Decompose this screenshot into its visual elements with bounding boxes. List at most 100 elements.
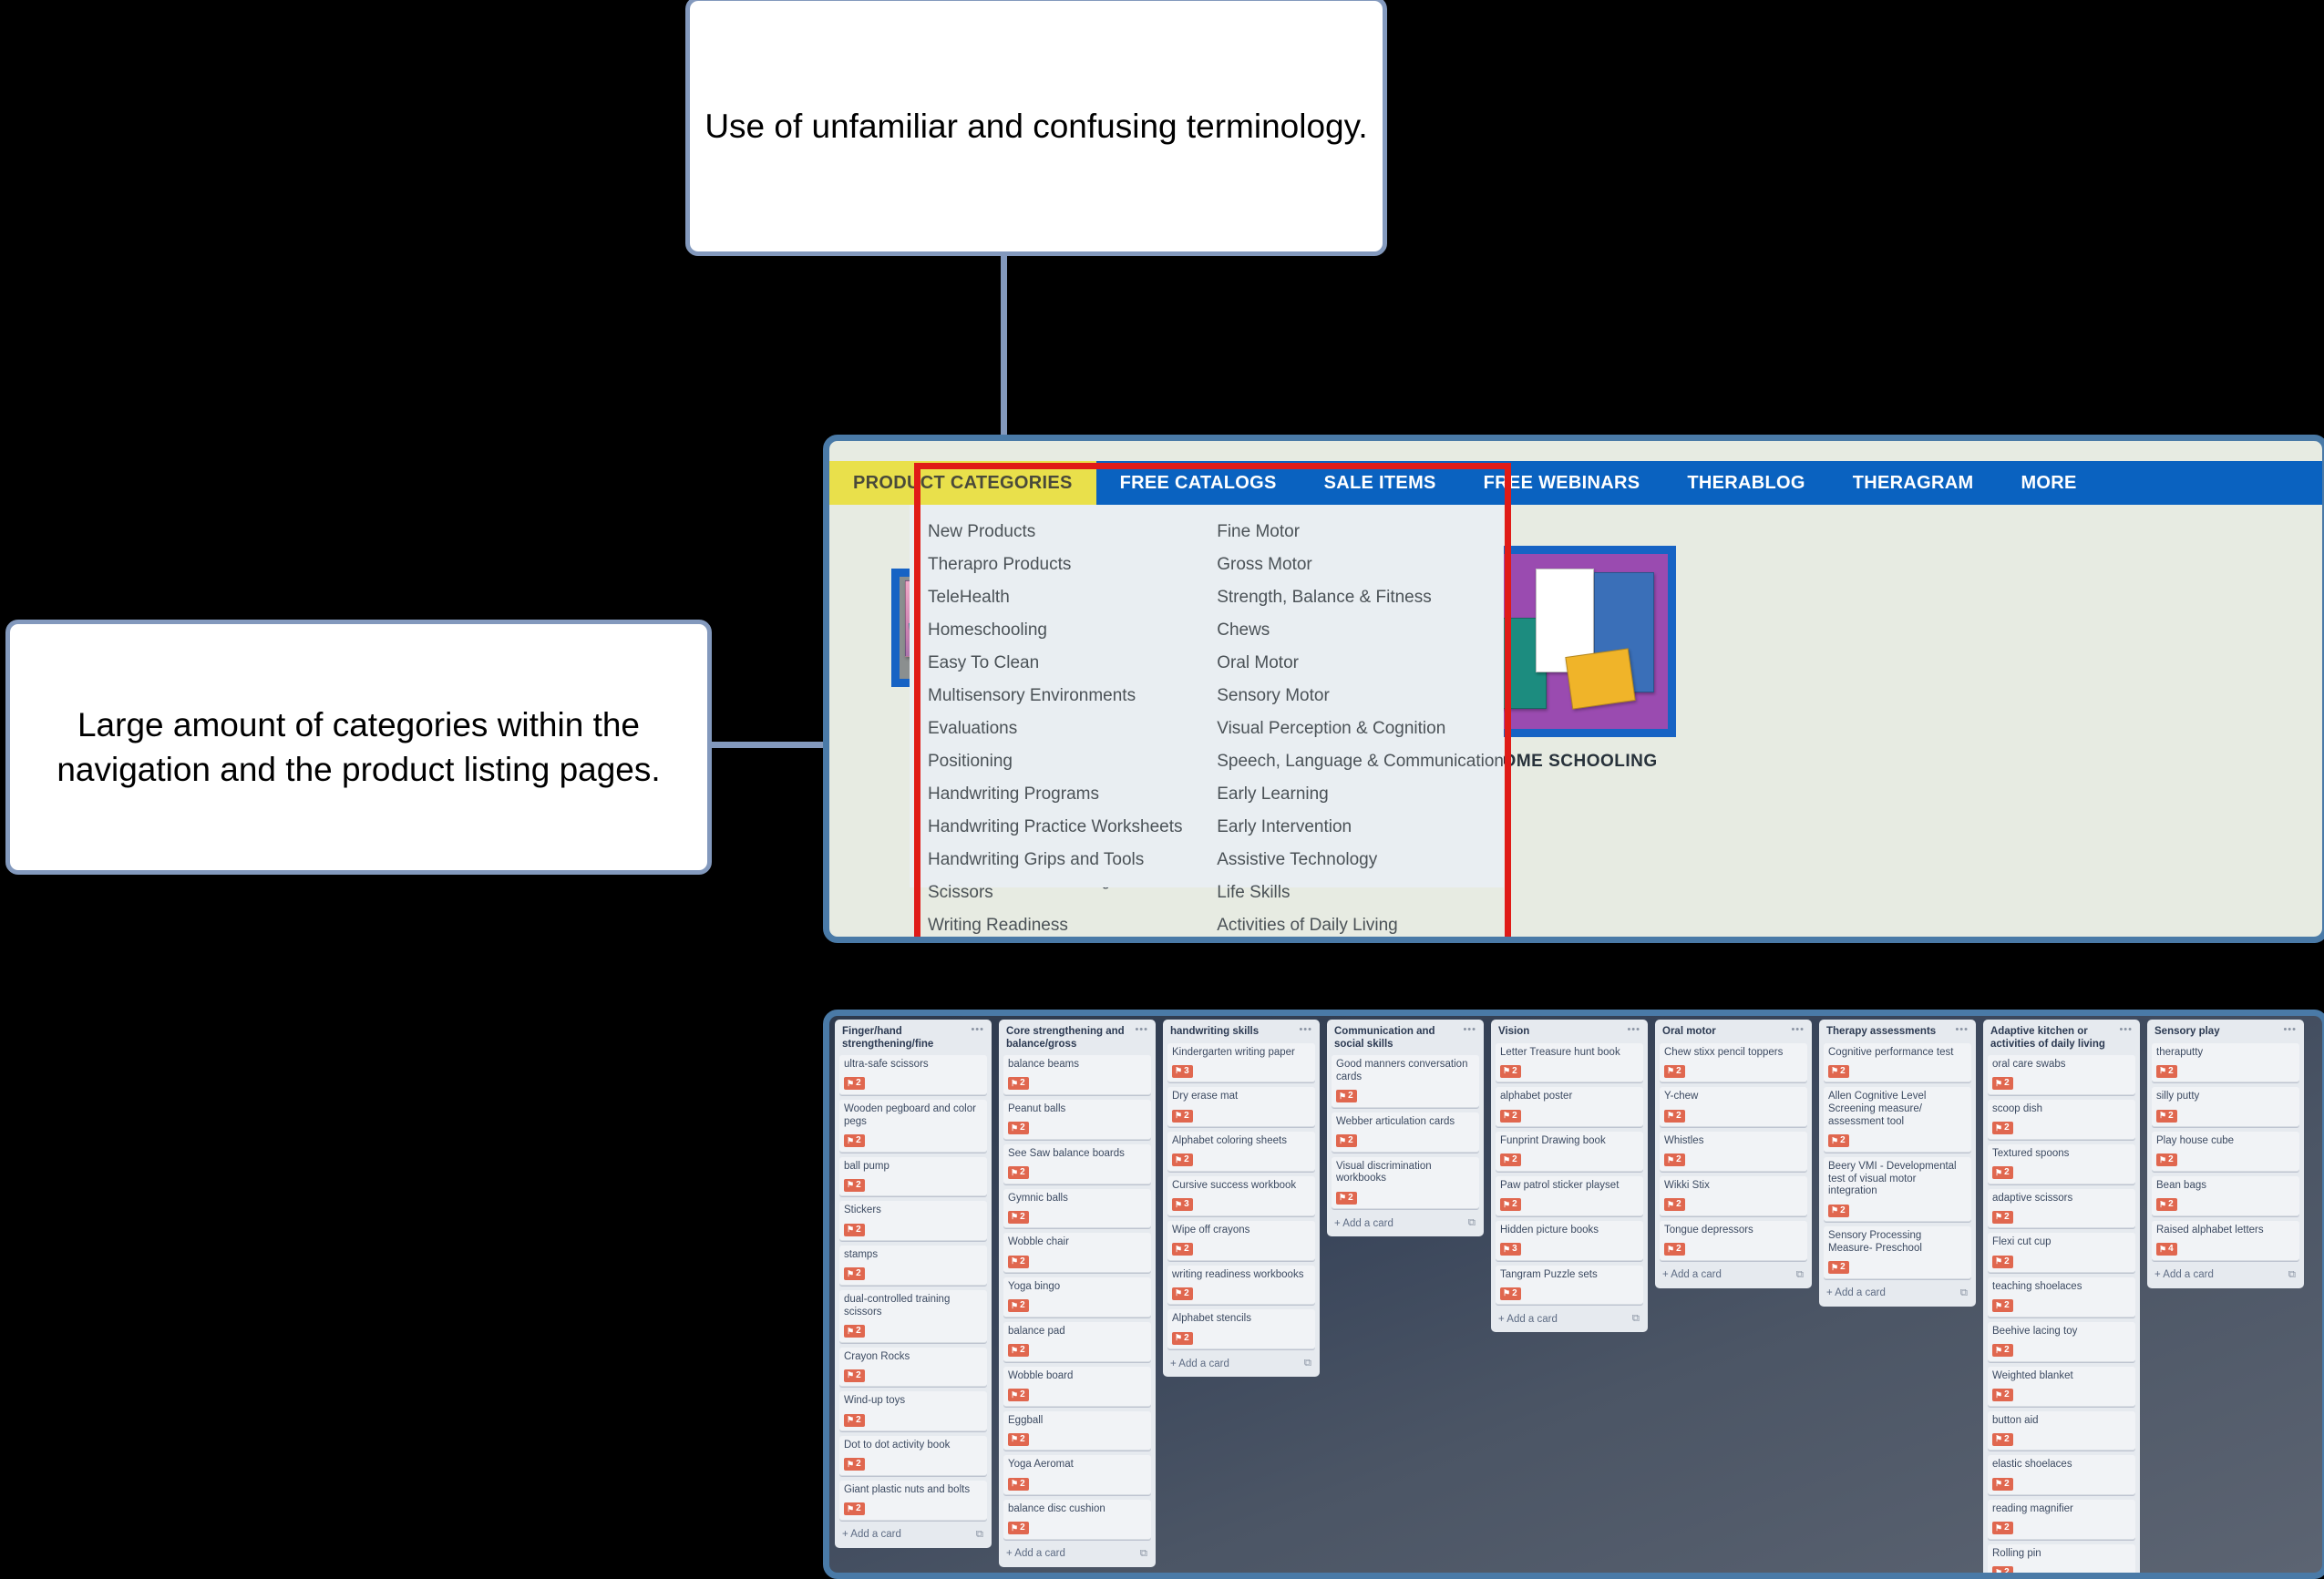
list-menu-icon[interactable]: ••• xyxy=(1623,1025,1640,1035)
board-card[interactable]: Chew stixx pencil toppers ⚑ 2 xyxy=(1660,1042,1807,1083)
board-card[interactable]: Yoga bingo ⚑ 2 xyxy=(1003,1277,1151,1318)
board-card[interactable]: Wooden pegboard and color pegs ⚑ 2 xyxy=(839,1099,987,1153)
board-card[interactable]: Dry erase mat ⚑ 2 xyxy=(1167,1087,1315,1128)
board-card[interactable]: Tangram Puzzle sets ⚑ 2 xyxy=(1496,1265,1643,1306)
board-card[interactable]: scoop dish ⚑ 2 xyxy=(1988,1099,2135,1140)
board-card[interactable]: balance pad ⚑ 2 xyxy=(1003,1321,1151,1362)
board-card[interactable]: silly putty ⚑ 2 xyxy=(2152,1087,2299,1128)
list-menu-icon[interactable]: ••• xyxy=(1787,1025,1805,1035)
dropdown-link-b-2[interactable]: Strength, Balance & Fitness xyxy=(1217,581,1504,614)
dropdown-link-2[interactable]: TeleHealth xyxy=(928,581,1206,614)
board-card[interactable]: teaching shoelaces ⚑ 2 xyxy=(1988,1277,2135,1318)
add-a-card-button[interactable]: + Add a card ⧉ xyxy=(1660,1266,1807,1287)
dropdown-link-b-8[interactable]: Early Learning xyxy=(1217,778,1504,811)
board-card[interactable]: Wobble board ⚑ 2 xyxy=(1003,1366,1151,1407)
dropdown-link-5[interactable]: Multisensory Environments xyxy=(928,680,1206,713)
board-card[interactable]: Wobble chair ⚑ 2 xyxy=(1003,1233,1151,1274)
board-card[interactable]: Sensory Processing Measure- Preschool ⚑ 2 xyxy=(1824,1226,1971,1279)
add-a-card-button[interactable]: + Add a card ⧉ xyxy=(1496,1309,1643,1330)
dropdown-link-7[interactable]: Positioning xyxy=(928,745,1206,778)
board-card[interactable]: writing readiness workbooks ⚑ 2 xyxy=(1167,1265,1315,1306)
nav-item-theragram[interactable]: THERAGRAM xyxy=(1829,461,1998,505)
board-card[interactable]: Rolling pin ⚑ 2 xyxy=(1988,1543,2135,1573)
dropdown-link-b-3[interactable]: Chews xyxy=(1217,614,1504,647)
card-template-icon[interactable]: ⧉ xyxy=(1960,1287,1968,1299)
board-card[interactable]: Crayon Rocks ⚑ 2 xyxy=(839,1347,987,1388)
list-menu-icon[interactable]: ••• xyxy=(2279,1025,2297,1035)
dropdown-link-11[interactable]: Scissors xyxy=(928,877,1206,909)
nav-item-more[interactable]: MORE xyxy=(1997,461,2100,505)
board-card[interactable]: Y-chew ⚑ 2 xyxy=(1660,1087,1807,1128)
dropdown-link-b-0[interactable]: Fine Motor xyxy=(1217,516,1504,549)
dropdown-link-b-5[interactable]: Sensory Motor xyxy=(1217,680,1504,713)
board-card[interactable]: Wikki Stix ⚑ 2 xyxy=(1660,1175,1807,1216)
nav-item-sale-items[interactable]: SALE ITEMS xyxy=(1301,461,1460,505)
list-title[interactable]: Therapy assessments xyxy=(1826,1026,1936,1039)
board-card[interactable]: Giant plastic nuts and bolts ⚑ 2 xyxy=(839,1480,987,1521)
card-template-icon[interactable]: ⧉ xyxy=(1632,1313,1640,1325)
board-card[interactable]: Paw patrol sticker playset ⚑ 2 xyxy=(1496,1175,1643,1216)
card-template-icon[interactable]: ⧉ xyxy=(976,1529,983,1541)
add-a-card-button[interactable]: + Add a card ⧉ xyxy=(1824,1284,1971,1305)
board-card[interactable]: Stickers ⚑ 2 xyxy=(839,1201,987,1242)
dropdown-link-12[interactable]: Writing Readiness xyxy=(928,909,1206,937)
board-card[interactable]: See Saw balance boards ⚑ 2 xyxy=(1003,1143,1151,1184)
board-card[interactable]: dual-controlled training scissors ⚑ 2 xyxy=(839,1289,987,1343)
add-a-card-button[interactable]: + Add a card ⧉ xyxy=(839,1525,987,1546)
board-card[interactable]: Alphabet coloring sheets ⚑ 2 xyxy=(1167,1132,1315,1172)
board-card[interactable]: Tongue depressors ⚑ 2 xyxy=(1660,1220,1807,1261)
board-card[interactable]: Dot to dot activity book ⚑ 2 xyxy=(839,1436,987,1476)
list-menu-icon[interactable]: ••• xyxy=(2115,1025,2133,1035)
board-card[interactable]: oral care swabs ⚑ 2 xyxy=(1988,1055,2135,1095)
add-a-card-button[interactable]: + Add a card ⧉ xyxy=(1167,1354,1315,1375)
add-a-card-button[interactable]: + Add a card ⧉ xyxy=(1003,1544,1151,1565)
dropdown-link-b-11[interactable]: Life Skills xyxy=(1217,877,1504,909)
card-template-icon[interactable]: ⧉ xyxy=(1796,1269,1804,1281)
dropdown-link-b-6[interactable]: Visual Perception & Cognition xyxy=(1217,713,1504,745)
board-card[interactable]: Weighted blanket ⚑ 2 xyxy=(1988,1366,2135,1407)
card-template-icon[interactable]: ⧉ xyxy=(1468,1217,1476,1229)
board-card[interactable]: Flexi cut cup ⚑ 2 xyxy=(1988,1233,2135,1274)
dropdown-link-8[interactable]: Handwriting Programs xyxy=(928,778,1206,811)
board-card[interactable]: Hidden picture books ⚑ 3 xyxy=(1496,1220,1643,1261)
board-card[interactable]: Eggball ⚑ 2 xyxy=(1003,1410,1151,1451)
add-a-card-button[interactable]: + Add a card ⧉ xyxy=(2152,1266,2299,1287)
list-title[interactable]: handwriting skills xyxy=(1170,1026,1259,1039)
board-card[interactable]: stamps ⚑ 2 xyxy=(839,1246,987,1286)
dropdown-link-6[interactable]: Evaluations xyxy=(928,713,1206,745)
board-card[interactable]: Peanut balls ⚑ 2 xyxy=(1003,1099,1151,1140)
board-card[interactable]: Raised alphabet letters ⚑ 4 xyxy=(2152,1220,2299,1261)
board-card[interactable]: button aid ⚑ 2 xyxy=(1988,1410,2135,1451)
nav-item-free-catalogs[interactable]: FREE CATALOGS xyxy=(1096,461,1301,505)
dropdown-link-b-12[interactable]: Activities of Daily Living xyxy=(1217,909,1504,937)
board-card[interactable]: ultra-safe scissors ⚑ 2 xyxy=(839,1055,987,1095)
board-card[interactable]: adaptive scissors ⚑ 2 xyxy=(1988,1188,2135,1229)
board-card[interactable]: Good manners conversation cards ⚑ 2 xyxy=(1332,1055,1479,1108)
board-card[interactable]: Cursive success workbook ⚑ 3 xyxy=(1167,1175,1315,1216)
board-card[interactable]: Textured spoons ⚑ 2 xyxy=(1988,1143,2135,1184)
board-card[interactable]: Beehive lacing toy ⚑ 2 xyxy=(1988,1321,2135,1362)
board-card[interactable]: Kindergarten writing paper ⚑ 3 xyxy=(1167,1042,1315,1083)
list-menu-icon[interactable]: ••• xyxy=(1295,1025,1312,1035)
card-template-icon[interactable]: ⧉ xyxy=(1304,1358,1311,1369)
board-card[interactable]: theraputty ⚑ 2 xyxy=(2152,1042,2299,1083)
board-card[interactable]: Cognitive performance test ⚑ 2 xyxy=(1824,1042,1971,1083)
board-card[interactable]: Alphabet stencils ⚑ 2 xyxy=(1167,1309,1315,1350)
dropdown-link-1[interactable]: Therapro Products xyxy=(928,549,1206,581)
board-card[interactable]: Letter Treasure hunt book ⚑ 2 xyxy=(1496,1042,1643,1083)
board-card[interactable]: Visual discrimination workbooks ⚑ 2 xyxy=(1332,1156,1479,1210)
board-card[interactable]: Beery VMI - Developmental test of visual… xyxy=(1824,1156,1971,1223)
board-card[interactable]: Wind-up toys ⚑ 2 xyxy=(839,1391,987,1432)
board-card[interactable]: Bean bags ⚑ 2 xyxy=(2152,1175,2299,1216)
dropdown-link-b-10[interactable]: Assistive Technology xyxy=(1217,844,1504,877)
nav-item-product-categories[interactable]: PRODUCT CATEGORIES xyxy=(829,461,1096,505)
dropdown-link-b-1[interactable]: Gross Motor xyxy=(1217,549,1504,581)
dropdown-link-b-9[interactable]: Early Intervention xyxy=(1217,811,1504,844)
board-card[interactable]: Yoga Aeromat ⚑ 2 xyxy=(1003,1455,1151,1496)
dropdown-link-10[interactable]: Handwriting Grips and Tools xyxy=(928,844,1206,877)
board-card[interactable]: ball pump ⚑ 2 xyxy=(839,1156,987,1197)
list-menu-icon[interactable]: ••• xyxy=(1459,1025,1476,1035)
list-title[interactable]: Core strengthening and balance/gross xyxy=(1006,1026,1131,1051)
list-menu-icon[interactable]: ••• xyxy=(967,1025,984,1035)
list-title[interactable]: Sensory play xyxy=(2154,1026,2220,1039)
